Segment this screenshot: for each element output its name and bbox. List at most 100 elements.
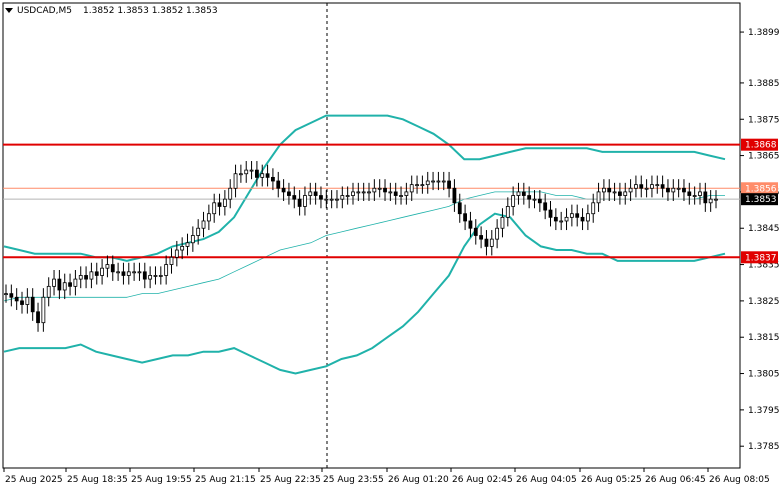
candle-body — [404, 191, 409, 196]
candle-body — [297, 198, 302, 207]
x-tick-label: 26 Aug 05:25 — [581, 475, 642, 485]
candle-body — [121, 271, 126, 276]
candle-body — [212, 202, 217, 215]
candle-body — [345, 195, 350, 197]
candle-body — [164, 264, 169, 276]
candle-body — [676, 187, 681, 190]
candle-body — [698, 191, 702, 196]
candle-body — [30, 296, 35, 313]
y-tick-label: 1.3875 — [748, 115, 780, 125]
candle-body — [46, 285, 51, 298]
candle-body — [265, 173, 270, 178]
candle-body — [276, 180, 281, 189]
candle-body — [468, 220, 473, 229]
y-tick-label: 1.3825 — [748, 297, 780, 307]
candle-body — [548, 209, 553, 218]
candle-body — [110, 264, 115, 273]
candle-body — [601, 187, 606, 193]
candle-body — [271, 176, 275, 182]
candle-body — [580, 216, 585, 222]
bollinger-lower-line — [3, 212, 726, 375]
candle-body — [521, 191, 526, 196]
x-tick-label: 25 Aug 18:35 — [67, 475, 128, 485]
candle-body — [399, 195, 403, 197]
candle-body — [473, 227, 478, 236]
price-chart[interactable]: 1.38991.38851.38751.38651.38551.38451.38… — [0, 0, 781, 489]
candle-body — [169, 256, 174, 265]
candle-body — [36, 311, 40, 324]
candle-body — [489, 238, 494, 247]
candle-body — [505, 206, 510, 218]
candle-body — [89, 271, 94, 280]
candle-body — [527, 195, 532, 200]
candle-body — [575, 213, 580, 218]
chart-menu-arrow-icon[interactable] — [5, 8, 13, 13]
candle-body — [682, 187, 686, 193]
candle-body — [596, 191, 601, 204]
x-tick-label: 26 Aug 01:20 — [388, 475, 449, 485]
candle-body — [650, 184, 654, 189]
candle-body — [68, 282, 72, 287]
candle-body — [425, 180, 430, 186]
candle-body — [351, 191, 355, 196]
candle-body — [618, 191, 622, 196]
candle-body — [714, 198, 718, 201]
candle-body — [585, 213, 590, 222]
y-tick-label: 1.3785 — [748, 442, 780, 452]
candle-body — [287, 191, 291, 196]
x-tick-label: 26 Aug 02:45 — [452, 475, 513, 485]
candle-body — [708, 198, 713, 204]
candle-body — [20, 300, 24, 305]
candle-body — [62, 282, 67, 291]
candle-body — [607, 187, 612, 193]
candle-body — [84, 275, 88, 280]
candle-body — [666, 187, 670, 193]
candle-body — [495, 227, 500, 240]
candle-body — [14, 296, 19, 302]
candle-body — [463, 213, 467, 222]
candle-body — [25, 296, 30, 305]
candle-body — [447, 180, 451, 189]
plot-frame — [2, 2, 741, 469]
price-tag-label: 1.3853 — [745, 195, 777, 205]
candle-body — [639, 184, 644, 189]
candle-body — [233, 173, 238, 189]
candle-body — [479, 235, 484, 240]
price-tag-label: 1.3868 — [745, 141, 777, 151]
candle-body — [174, 249, 179, 258]
x-tick-label: 26 Aug 08:05 — [709, 475, 770, 485]
candle-body — [196, 227, 201, 236]
candle-body — [703, 191, 708, 204]
candle-body — [367, 191, 371, 194]
y-tick-label: 1.3805 — [748, 370, 780, 380]
candle-body — [687, 191, 692, 196]
candle-body — [126, 271, 131, 276]
candle-body — [415, 184, 419, 187]
y-tick-label: 1.3815 — [748, 333, 780, 343]
x-tick-label: 25 Aug 23:55 — [323, 475, 384, 485]
candle-body — [564, 216, 569, 222]
price-tag-label: 1.3856 — [745, 184, 777, 194]
candle-body — [335, 198, 339, 201]
candle-body — [255, 169, 259, 178]
candle-body — [324, 198, 329, 201]
candle-body — [420, 184, 425, 187]
candle-body — [308, 191, 313, 196]
candle-body — [409, 184, 414, 193]
candle-body — [57, 278, 62, 291]
candle-body — [238, 173, 243, 176]
candle-body — [222, 198, 227, 207]
candle-body — [559, 220, 564, 223]
candle-body — [303, 195, 307, 207]
candle-body — [612, 191, 617, 194]
candle-body — [244, 169, 249, 175]
x-tick-label: 26 Aug 06:45 — [645, 475, 706, 485]
candle-body — [388, 191, 393, 194]
x-tick-label: 25 Aug 21:15 — [195, 475, 256, 485]
candle-body — [78, 275, 83, 280]
candle-body — [457, 202, 462, 215]
candle-body — [201, 220, 206, 229]
candle-body — [9, 293, 14, 298]
candle-body — [500, 216, 505, 229]
candle-body — [537, 198, 542, 204]
